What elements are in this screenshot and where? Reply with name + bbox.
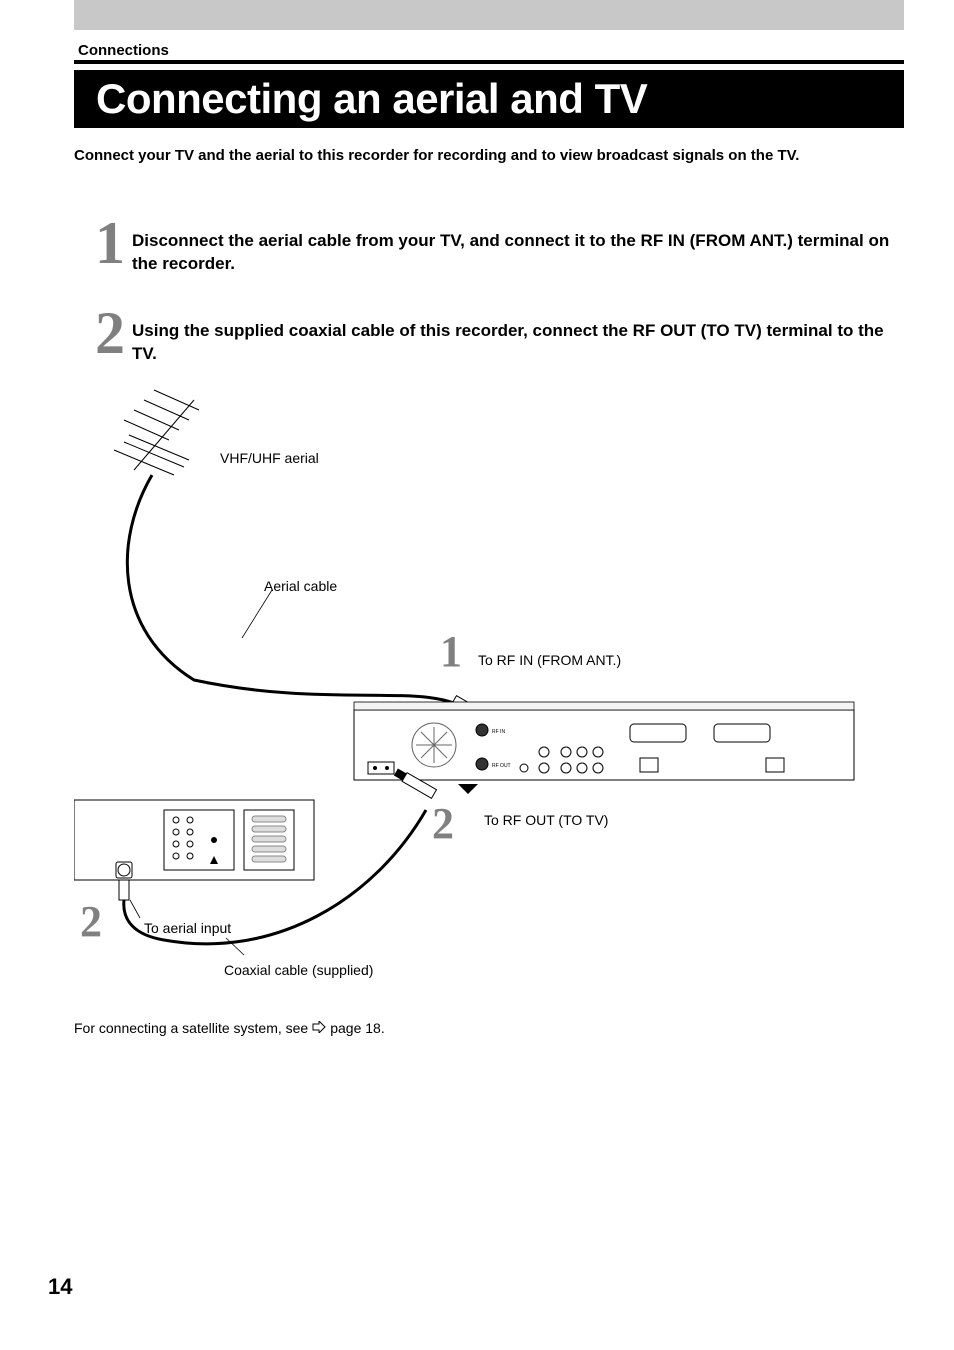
diagram-callout-2a-number: 2 bbox=[432, 798, 454, 849]
diagram-callout-1-number: 1 bbox=[440, 626, 462, 677]
step-2: 2 Using the supplied coaxial cable of th… bbox=[88, 306, 892, 366]
footnote-text-before: For connecting a satellite system, see bbox=[74, 1020, 308, 1036]
step-2-number: 2 bbox=[88, 306, 132, 360]
diagram-label-tv-input: To aerial input bbox=[144, 920, 231, 936]
footnote: For connecting a satellite system, see p… bbox=[74, 1020, 385, 1036]
page-title: Connecting an aerial and TV bbox=[96, 75, 647, 123]
section-label: Connections bbox=[78, 42, 169, 59]
diagram-label-coax: Coaxial cable (supplied) bbox=[224, 962, 373, 978]
diagram-label-aerial-cable: Aerial cable bbox=[264, 578, 337, 594]
arrow-right-icon bbox=[312, 1020, 326, 1036]
connection-diagram: RF IN RF OUT bbox=[74, 380, 904, 980]
step-2-text: Using the supplied coaxial cable of this… bbox=[132, 306, 892, 366]
footnote-text-after: page 18. bbox=[330, 1020, 385, 1036]
header-gray-tab bbox=[74, 0, 904, 30]
step-1: 1 Disconnect the aerial cable from your … bbox=[88, 216, 892, 276]
diagram-label-aerial: VHF/UHF aerial bbox=[220, 450, 319, 466]
intro-text: Connect your TV and the aerial to this r… bbox=[74, 146, 904, 166]
step-1-text: Disconnect the aerial cable from your TV… bbox=[132, 216, 892, 276]
svg-text:RF OUT: RF OUT bbox=[492, 763, 511, 769]
horizontal-rule bbox=[74, 60, 904, 64]
diagram-callout-2b-number: 2 bbox=[80, 896, 102, 947]
title-bar: Connecting an aerial and TV bbox=[74, 70, 904, 128]
diagram-label-rf-in: To RF IN (FROM ANT.) bbox=[478, 652, 621, 668]
svg-text:RF IN: RF IN bbox=[492, 729, 505, 735]
step-1-number: 1 bbox=[88, 216, 132, 270]
diagram-label-rf-out: To RF OUT (TO TV) bbox=[484, 812, 608, 828]
page-number: 14 bbox=[48, 1274, 72, 1300]
